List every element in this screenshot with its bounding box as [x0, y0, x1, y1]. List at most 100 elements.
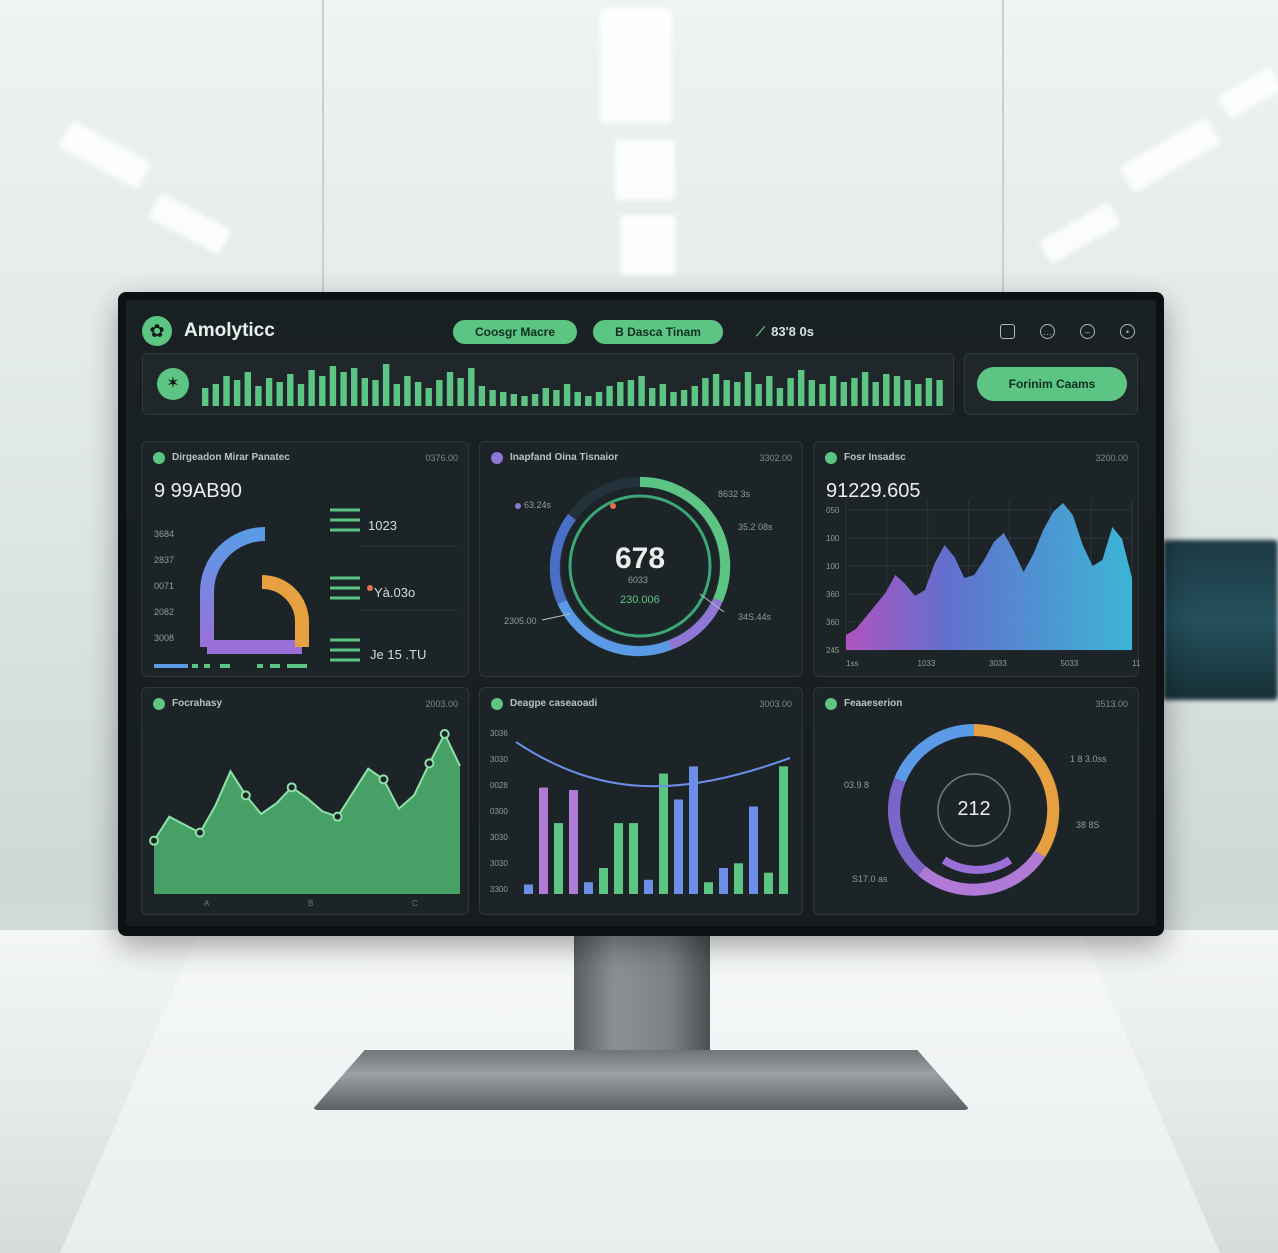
- minus-icon[interactable]: –: [1080, 324, 1095, 339]
- activity-bar: [617, 382, 624, 406]
- x-tick-label: 5033: [1061, 659, 1079, 668]
- activity-bar: [404, 376, 411, 406]
- card-bars: Deagpe caseaoadi 3003.00 3036 3030 0028 030…: [479, 687, 803, 915]
- activity-bar: [925, 378, 933, 406]
- y-tick-label: 050: [826, 506, 840, 515]
- monitor: ✿ Amolyticc Coosgr Macre B Dasca Tinam ⟋…: [118, 292, 1164, 936]
- activity-bar: [936, 380, 943, 406]
- activity-bar: [351, 368, 358, 406]
- donut-label: 1 8 3.0ss: [1070, 754, 1107, 764]
- activity-bar: [798, 370, 805, 406]
- bar: [689, 766, 698, 894]
- window-icon[interactable]: [1000, 324, 1015, 339]
- green-area-chart: A B C: [149, 729, 461, 908]
- activity-bar: [766, 376, 773, 406]
- activity-bar: [276, 382, 283, 406]
- x-tick-label: 3033: [989, 659, 1007, 668]
- data-point: [439, 729, 450, 739]
- card-ring: Inapfand Oina Tisnaior 3302.00 678 6033 …: [479, 441, 803, 677]
- ring-label: 63.24s: [524, 500, 552, 510]
- activity-bar: [297, 384, 305, 406]
- y-tick-label: 100: [826, 534, 840, 543]
- data-point: [240, 790, 251, 801]
- area-series: [846, 503, 1132, 650]
- activity-bar: [670, 392, 677, 406]
- y-tick-label: 360: [826, 590, 840, 599]
- bar: [524, 884, 533, 894]
- x-tick-label: 1103: [1132, 659, 1140, 668]
- bar: [644, 879, 653, 894]
- y-tick-label: 3300: [490, 885, 508, 894]
- donut-label: 03.9 8: [844, 780, 870, 790]
- activity-bar: [521, 396, 528, 406]
- primary-action-button[interactable]: Forinim Caams: [977, 367, 1127, 401]
- activity-bar: [265, 378, 273, 406]
- y-tick-label: 245: [826, 646, 840, 655]
- bar: [569, 790, 578, 894]
- activity-bar: [787, 378, 794, 406]
- activity-bar: [680, 390, 688, 406]
- x-tick-label: 1033: [918, 659, 936, 668]
- bar: [599, 868, 608, 894]
- bar-chart: 3036 3030 0028 0300 3030 3030 3300: [490, 729, 791, 894]
- activity-bar: [382, 364, 390, 406]
- ring-label: 2305.00: [504, 616, 537, 626]
- activity-bar: [489, 390, 496, 406]
- activity-bar: [915, 384, 922, 406]
- activity-bar: [872, 382, 879, 406]
- activity-bar: [744, 372, 752, 406]
- card-line: Focrahasy 2003.00 ABC: [141, 687, 469, 915]
- bar: [719, 868, 728, 894]
- activity-bar: [691, 386, 698, 406]
- leaf-logo-icon: ✿: [142, 316, 172, 346]
- activity-bar: [712, 374, 720, 406]
- activity-bar: [755, 384, 762, 406]
- top-bar: ✿ Amolyticc Coosgr Macre B Dasca Tinam ⟋…: [126, 300, 1156, 356]
- activity-bar: [393, 384, 400, 406]
- activity-bar: [372, 380, 379, 406]
- x-tick-label: A: [204, 899, 210, 908]
- ring-sub-value: 230.006: [620, 594, 660, 606]
- readout-1: 1023: [368, 518, 397, 533]
- activity-bar: [531, 394, 539, 406]
- area-chart: 245 360 360 100 100 050 1ss 1033 3033 5033 1103: [826, 500, 1140, 668]
- bar: [584, 882, 593, 894]
- pill-button-1[interactable]: Coosgr Macre: [453, 320, 577, 344]
- donut-label: 38 8S: [1076, 820, 1100, 830]
- activity-bar: [329, 366, 337, 406]
- activity-bar: [500, 392, 507, 406]
- y-tick-label: 3036: [490, 729, 508, 738]
- activity-bar: [233, 380, 241, 406]
- activity-bar: [478, 386, 486, 406]
- activity-bar: [829, 376, 837, 406]
- pill-button-2[interactable]: B Dasca Tinam: [593, 320, 723, 344]
- bar: [779, 766, 788, 894]
- data-point: [149, 835, 159, 846]
- chat-icon[interactable]: …: [1040, 324, 1055, 339]
- bar: [734, 863, 743, 894]
- chart-icon: ⟋: [756, 324, 766, 339]
- activity-bar: [627, 380, 635, 406]
- monitor-base: [312, 1050, 970, 1110]
- trend-line: [515, 741, 791, 788]
- activity-bar: [425, 388, 432, 406]
- gauge-chart: [154, 508, 458, 668]
- activity-bar: [723, 380, 730, 406]
- activity-bar: [542, 388, 549, 406]
- activity-bar: [606, 386, 613, 406]
- data-point: [286, 782, 297, 793]
- activity-bar: [414, 382, 422, 406]
- settings-icon[interactable]: •: [1120, 324, 1135, 339]
- y-tick-label: 3030: [490, 833, 508, 842]
- data-point: [378, 774, 389, 785]
- activity-bar: [904, 380, 911, 406]
- activity-bar: [595, 392, 603, 406]
- activity-bar: [212, 384, 219, 406]
- x-tick-label: 1ss: [846, 659, 858, 668]
- ring-label: 8632 3s: [718, 489, 751, 499]
- ring-sub-label: 6033: [628, 575, 649, 585]
- activity-bar: [468, 368, 475, 406]
- top-stat: ⟋ 83'8 0s: [756, 324, 814, 340]
- activity-bar: [340, 372, 347, 406]
- data-point: [332, 811, 343, 822]
